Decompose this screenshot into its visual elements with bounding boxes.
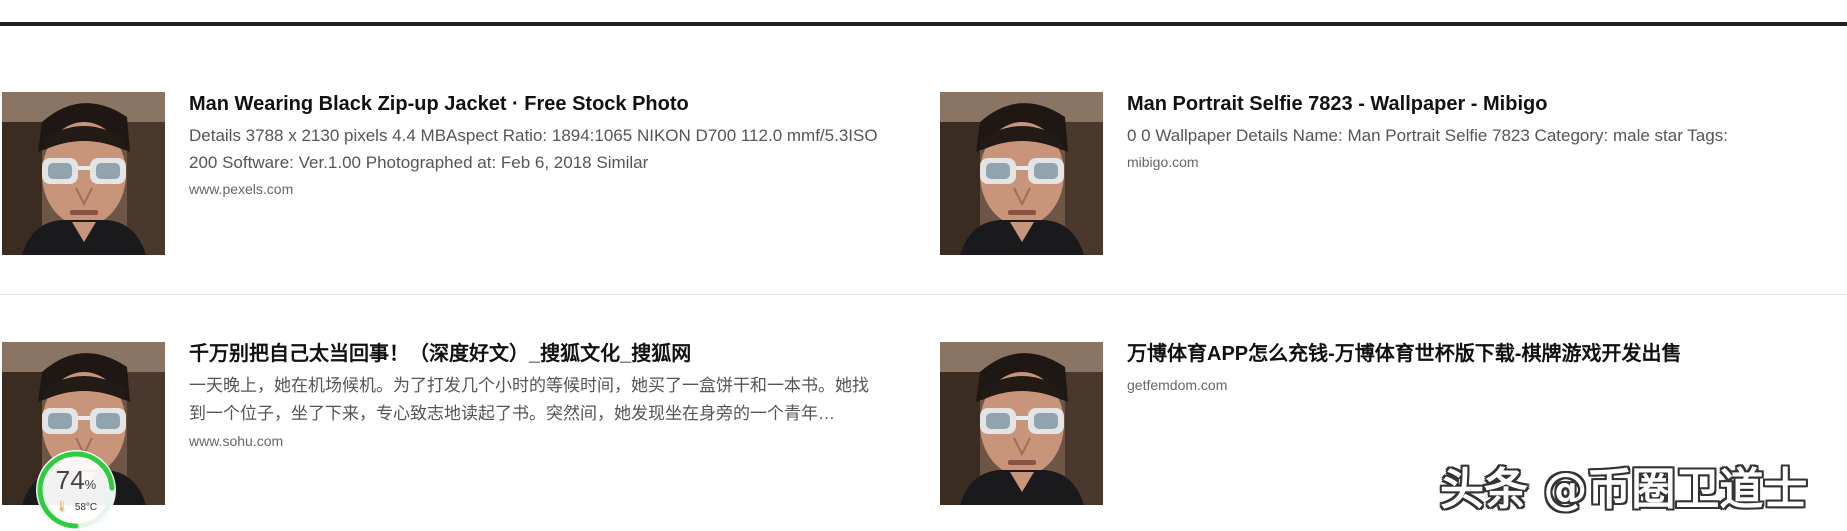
result-text: 千万别把自己太当回事！（深度好文）_搜狐文化_搜狐网 一天晚上，她在机场候机。为… — [189, 342, 879, 451]
result-text: Man Wearing Black Zip-up Jacket · Free S… — [189, 92, 879, 199]
search-result[interactable]: 千万别把自己太当回事！（深度好文）_搜狐文化_搜狐网 一天晚上，她在机场候机。为… — [2, 342, 869, 512]
result-title-link[interactable]: Man Wearing Black Zip-up Jacket · Free S… — [189, 92, 879, 116]
man-sunglasses-photo-icon — [940, 342, 1103, 505]
row-divider — [0, 294, 1847, 295]
thermometer-icon: 🌡 — [54, 501, 69, 513]
result-source-url[interactable]: www.sohu.com — [189, 431, 879, 451]
result-title-link[interactable]: 万博体育APP怎么充钱-万博体育世杯版下载-棋牌游戏开发出售 — [1127, 342, 1827, 366]
result-snippet: 一天晚上，她在机场候机。为了打发几个小时的等候时间，她买了一盒饼干和一本书。她找… — [189, 376, 869, 423]
search-result[interactable]: Man Wearing Black Zip-up Jacket · Free S… — [2, 92, 878, 262]
result-thumbnail[interactable] — [940, 92, 1103, 255]
cpu-percent: 74% — [55, 465, 97, 495]
result-thumbnail[interactable] — [2, 92, 165, 255]
man-sunglasses-photo-icon — [940, 92, 1103, 255]
result-source-url[interactable]: www.pexels.com — [189, 179, 879, 199]
result-title-link[interactable]: Man Portrait Selfie 7823 - Wallpaper - M… — [1127, 92, 1827, 116]
result-thumbnail[interactable] — [940, 342, 1103, 505]
top-divider — [0, 22, 1847, 26]
system-monitor-widget[interactable]: 74% 🌡 58°C — [36, 450, 116, 530]
result-snippet: 0 0 Wallpaper Details Name: Man Portrait… — [1127, 126, 1728, 145]
result-title-link[interactable]: 千万别把自己太当回事！（深度好文）_搜狐文化_搜狐网 — [189, 342, 879, 366]
result-text: 万博体育APP怎么充钱-万博体育世杯版下载-棋牌游戏开发出售 getfemdom… — [1127, 342, 1827, 395]
man-sunglasses-photo-icon — [2, 92, 165, 255]
temperature-readout: 🌡 58°C — [54, 501, 98, 513]
search-result[interactable]: Man Portrait Selfie 7823 - Wallpaper - M… — [940, 92, 1728, 262]
watermark: 头条 @币圈卫道士 — [1440, 464, 1808, 515]
result-source-url[interactable]: mibigo.com — [1127, 152, 1827, 172]
result-source-url[interactable]: getfemdom.com — [1127, 375, 1827, 395]
result-text: Man Portrait Selfie 7823 - Wallpaper - M… — [1127, 92, 1827, 172]
result-snippet: Details 3788 x 2130 pixels 4.4 MBAspect … — [189, 126, 878, 172]
